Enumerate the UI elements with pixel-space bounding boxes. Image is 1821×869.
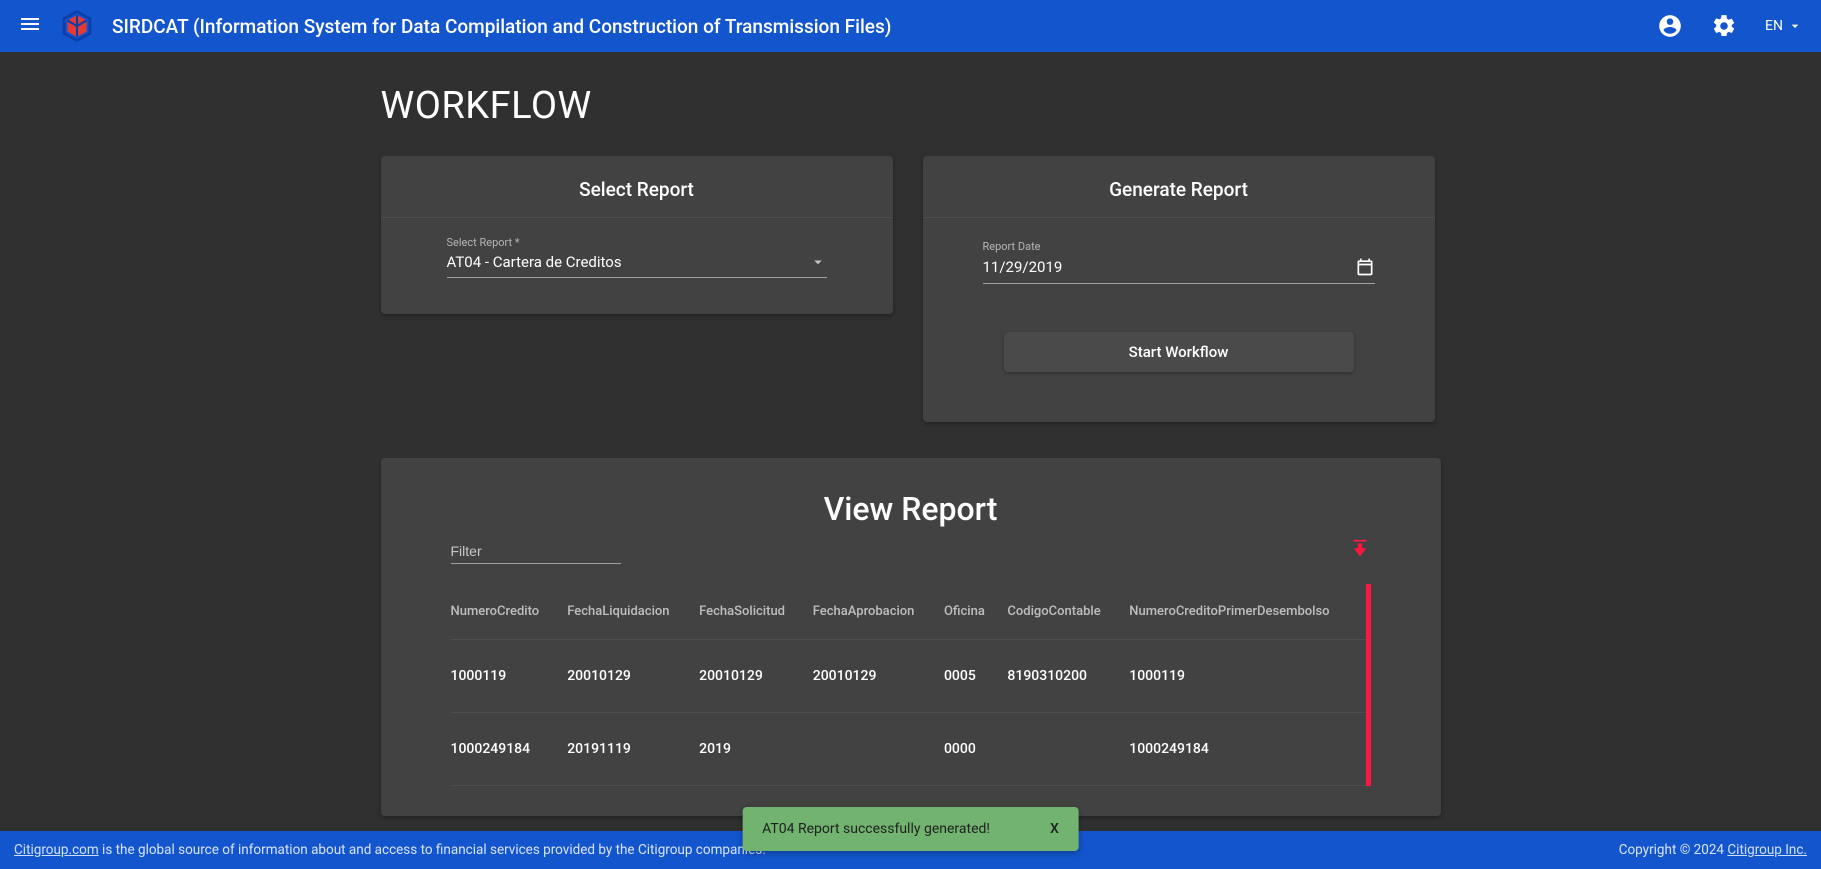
menu-icon[interactable] — [18, 12, 42, 40]
app-header: SIRDCAT (Information System for Data Com… — [0, 0, 1821, 52]
toast-message: AT04 Report successfully generated! — [762, 821, 990, 837]
filter-input[interactable] — [451, 539, 621, 564]
select-report-label: Select Report * — [447, 236, 827, 249]
account-icon[interactable] — [1657, 13, 1683, 39]
table-header[interactable]: FechaSolicitud — [699, 584, 813, 640]
footer-link[interactable]: Citigroup.com — [14, 842, 99, 858]
table-cell: 0000 — [944, 713, 1007, 786]
success-toast: AT04 Report successfully generated! X — [742, 807, 1079, 851]
table-header[interactable]: NumeroCredito — [451, 584, 568, 640]
table-cell: 2019 — [699, 713, 813, 786]
chevron-down-icon — [809, 253, 827, 271]
view-report-title: View Report — [381, 458, 1441, 538]
chevron-down-icon — [1787, 18, 1803, 34]
table-cell: 1000249184 — [1129, 713, 1370, 786]
footer-copyright-link[interactable]: Citigroup Inc. — [1727, 842, 1807, 858]
language-selector[interactable]: EN — [1765, 18, 1803, 34]
select-report-card: Select Report Select Report * AT04 - Car… — [381, 156, 893, 314]
toast-close-button[interactable]: X — [1050, 821, 1059, 837]
table-cell: 1000119 — [451, 640, 568, 713]
table-cell — [1007, 713, 1129, 786]
app-title: SIRDCAT (Information System for Data Com… — [112, 15, 891, 38]
app-logo — [60, 9, 94, 43]
table-header[interactable]: Oficina — [944, 584, 1007, 640]
select-report-field[interactable]: Select Report * AT04 - Cartera de Credit… — [447, 236, 827, 278]
page-title: WORKFLOW — [381, 84, 1441, 128]
select-report-value: AT04 - Cartera de Creditos — [447, 253, 622, 271]
table-cell: 20010129 — [567, 640, 699, 713]
table-header[interactable]: FechaAprobacion — [813, 584, 944, 640]
generate-report-card: Generate Report Report Date 11/29/2019 S… — [923, 156, 1435, 422]
table-header[interactable]: NumeroCreditoPrimerDesembolso — [1129, 584, 1370, 640]
report-date-field[interactable]: Report Date 11/29/2019 — [983, 240, 1375, 284]
select-report-title: Select Report — [381, 156, 893, 218]
table-row[interactable]: 1000119200101292001012920010129000581903… — [451, 640, 1371, 713]
calendar-icon[interactable] — [1355, 257, 1375, 277]
table-row[interactable]: 100024918420191119201900001000249184 — [451, 713, 1371, 786]
table-cell: 20010129 — [699, 640, 813, 713]
table-cell: 20191119 — [567, 713, 699, 786]
language-label: EN — [1765, 18, 1783, 34]
footer-text: is the global source of information abou… — [99, 842, 766, 858]
download-icon[interactable] — [1349, 538, 1371, 564]
view-report-card: View Report NumeroCreditoFechaLiquidacio… — [381, 458, 1441, 816]
table-cell: 20010129 — [813, 640, 944, 713]
table-cell: 0005 — [944, 640, 1007, 713]
report-date-label: Report Date — [983, 240, 1375, 253]
table-cell: 8190310200 — [1007, 640, 1129, 713]
table-cell: 1000249184 — [451, 713, 568, 786]
table-scrollbar[interactable] — [1366, 584, 1371, 786]
table-header[interactable]: FechaLiquidacion — [567, 584, 699, 640]
report-table: NumeroCreditoFechaLiquidacionFechaSolici… — [451, 584, 1371, 786]
table-cell: 1000119 — [1129, 640, 1370, 713]
report-date-value: 11/29/2019 — [983, 258, 1063, 276]
table-header[interactable]: CodigoContable — [1007, 584, 1129, 640]
table-cell — [813, 713, 944, 786]
report-table-wrap: NumeroCreditoFechaLiquidacionFechaSolici… — [451, 584, 1371, 786]
generate-report-title: Generate Report — [923, 156, 1435, 218]
start-workflow-button[interactable]: Start Workflow — [1004, 332, 1354, 372]
footer-copyright-prefix: Copyright © 2024 — [1619, 842, 1728, 858]
main-content: WORKFLOW Select Report Select Report * A… — [0, 52, 1821, 816]
settings-icon[interactable] — [1711, 13, 1737, 39]
